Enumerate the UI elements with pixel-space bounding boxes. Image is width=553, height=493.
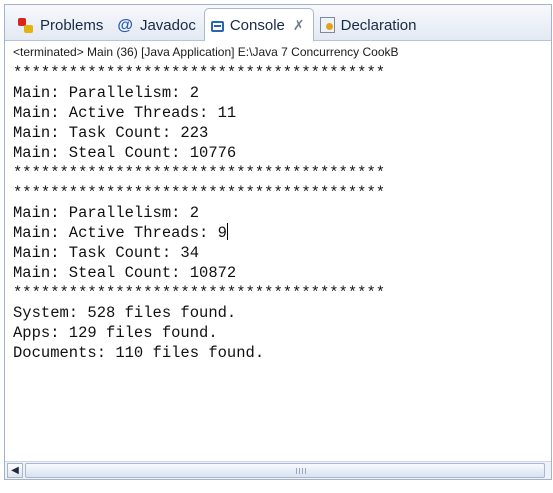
console-status-line: <terminated> Main (36) [Java Application…	[13, 45, 399, 59]
console-line: System: 528 files found.	[13, 304, 237, 322]
text-caret	[226, 223, 228, 240]
console-output[interactable]: ****************************************…	[5, 63, 551, 423]
console-line: ****************************************	[13, 184, 386, 202]
console-line: Main: Task Count: 223	[13, 124, 209, 142]
tab-problems[interactable]: Problems	[11, 10, 111, 40]
tab-console[interactable]: Console ✗	[203, 8, 314, 41]
console-line: Apps: 129 files found.	[13, 324, 218, 342]
scrollbar-thumb[interactable]	[25, 463, 545, 478]
grip-icon	[296, 468, 308, 474]
console-line: ****************************************	[13, 164, 386, 182]
tab-javadoc[interactable]: @ Javadoc	[111, 10, 203, 40]
console-line: Main: Steal Count: 10776	[13, 144, 237, 162]
console-line: Main: Parallelism: 2	[13, 84, 200, 102]
tab-javadoc-label: Javadoc	[139, 16, 196, 34]
console-line: Main: Active Threads: 11	[13, 104, 237, 122]
tab-declaration[interactable]: Declaration	[314, 10, 425, 40]
console-line-text: Main: Active Threads: 9	[13, 224, 227, 242]
console-line: Main: Steal Count: 10872	[13, 264, 237, 282]
tab-problems-label: Problems	[40, 16, 104, 34]
at-icon: @	[117, 16, 133, 34]
console-icon	[210, 20, 224, 32]
close-icon[interactable]: ✗	[293, 17, 305, 34]
horizontal-scrollbar[interactable]: ◀	[5, 461, 551, 479]
problems-icon	[17, 17, 34, 34]
console-line: ****************************************	[13, 284, 386, 302]
console-line: ****************************************	[13, 64, 386, 82]
console-view: Problems @ Javadoc Console ✗ Declaration…	[4, 4, 552, 480]
console-line: Main: Parallelism: 2	[13, 204, 200, 222]
console-line: Main: Task Count: 34	[13, 244, 200, 262]
tab-declaration-label: Declaration	[340, 16, 417, 34]
console-line: Documents: 110 files found.	[13, 344, 265, 362]
scroll-left-arrow-icon[interactable]: ◀	[7, 463, 23, 478]
view-tab-bar: Problems @ Javadoc Console ✗ Declaration	[5, 5, 551, 41]
declaration-icon	[319, 17, 335, 33]
console-line-with-caret: Main: Active Threads: 9	[13, 223, 551, 243]
tab-console-label: Console	[229, 16, 285, 34]
